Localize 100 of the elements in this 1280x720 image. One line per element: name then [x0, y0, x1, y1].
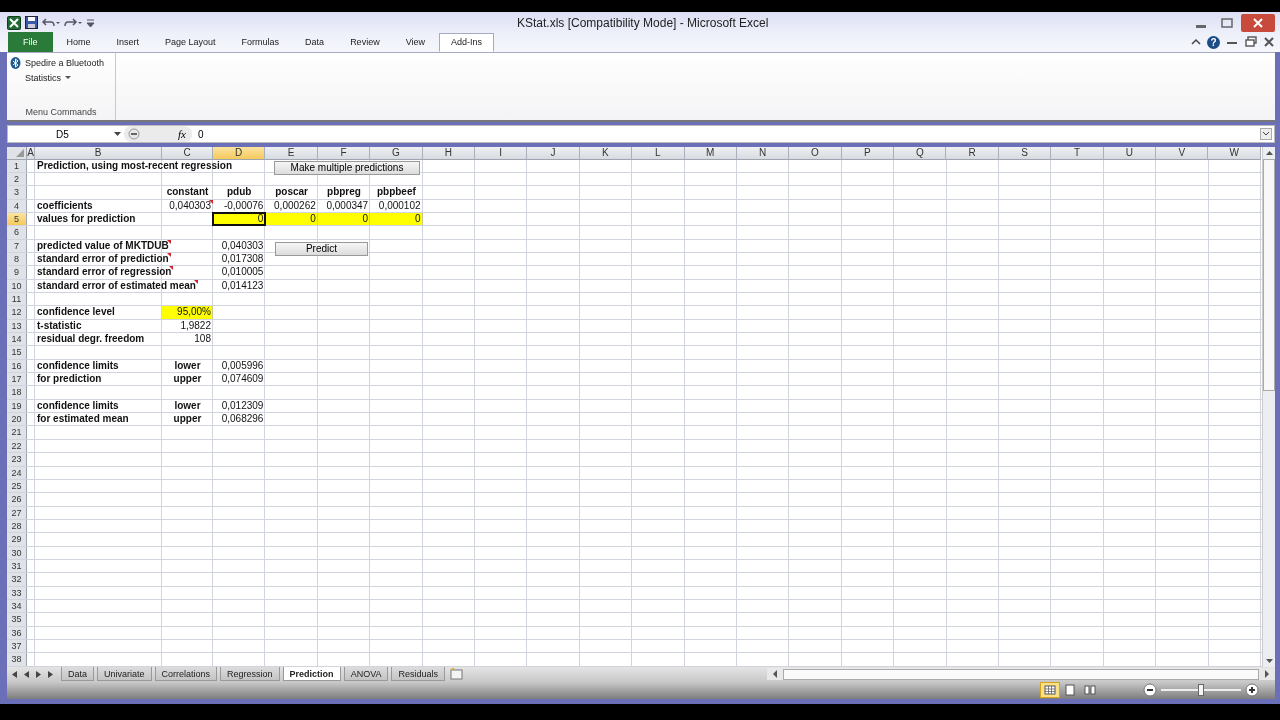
- column-header[interactable]: V: [1156, 146, 1209, 160]
- spreadsheet-cell[interactable]: poscar: [265, 186, 318, 199]
- scroll-left-icon[interactable]: [771, 669, 779, 680]
- row-header[interactable]: 13: [7, 319, 27, 333]
- row-header[interactable]: 16: [7, 359, 27, 373]
- sheet-tab[interactable]: Correlations: [154, 667, 218, 682]
- spreadsheet-cell[interactable]: 0,040303: [213, 239, 266, 252]
- column-header[interactable]: T: [1051, 146, 1104, 160]
- row-header[interactable]: 34: [7, 599, 27, 613]
- spreadsheet-cell[interactable]: values for prediction: [35, 213, 162, 226]
- formula-input[interactable]: 0: [192, 128, 1260, 140]
- expand-icon[interactable]: [1260, 128, 1272, 140]
- spreadsheet-cell[interactable]: 0,017308: [213, 253, 266, 266]
- spreadsheet-cell[interactable]: t-statistic: [35, 319, 162, 333]
- spreadsheet-cell[interactable]: residual degr. freedom: [35, 333, 162, 346]
- row-header[interactable]: 7: [7, 239, 27, 252]
- row-header[interactable]: 26: [7, 493, 27, 506]
- insert-function-button[interactable]: fx: [178, 128, 186, 140]
- spreadsheet-cell[interactable]: 0: [265, 213, 318, 226]
- sheet-tab[interactable]: Residuals: [391, 667, 445, 682]
- row-header[interactable]: 23: [7, 453, 27, 466]
- spreadsheet-cell[interactable]: pdub: [213, 186, 266, 199]
- row-header[interactable]: 38: [7, 653, 27, 666]
- row-header[interactable]: 8: [7, 253, 27, 266]
- spreadsheet-cell[interactable]: standard error of regression: [35, 266, 174, 279]
- ribbon-tab[interactable]: Home: [54, 32, 103, 52]
- spreadsheet-cell[interactable]: confidence level: [35, 306, 162, 319]
- spreadsheet-cell[interactable]: 0,074609: [213, 373, 266, 386]
- ribbon-tab[interactable]: Review: [338, 32, 392, 52]
- statistics-menu[interactable]: Statistics: [10, 72, 71, 83]
- spreadsheet-cell[interactable]: for prediction: [35, 373, 162, 386]
- column-header[interactable]: B: [35, 146, 162, 160]
- spreadsheet-cell[interactable]: confidence limits: [35, 359, 162, 373]
- spreadsheet-cell[interactable]: 0,000347: [317, 199, 371, 212]
- help-button[interactable]: ?: [1207, 35, 1220, 49]
- row-header[interactable]: 6: [7, 226, 27, 239]
- ribbon-tab[interactable]: File: [8, 31, 53, 52]
- column-header[interactable]: J: [527, 146, 580, 160]
- row-header[interactable]: 18: [7, 386, 27, 399]
- spreadsheet-cell[interactable]: 0: [213, 213, 266, 226]
- sheet-tab[interactable]: Data: [61, 667, 94, 682]
- spreadsheet-cell[interactable]: predicted value of MKTDUB: [35, 239, 171, 252]
- page-break-icon[interactable]: [1081, 683, 1099, 698]
- spreadsheet-cell[interactable]: confidence limits: [35, 399, 162, 413]
- scroll-right-icon[interactable]: [1263, 669, 1271, 680]
- spreadsheet-cell[interactable]: 0,068296: [213, 413, 266, 426]
- close-icon[interactable]: [1241, 13, 1275, 32]
- column-header[interactable]: C: [162, 146, 213, 160]
- restore-icon[interactable]: [1244, 36, 1258, 49]
- row-header[interactable]: 29: [7, 533, 27, 546]
- spreadsheet-cell[interactable]: pbpbeef: [370, 186, 423, 199]
- sheet-tab[interactable]: ANOVA: [343, 667, 389, 682]
- ribbon-tab[interactable]: Insert: [104, 32, 152, 52]
- spreadsheet-cell[interactable]: 0,010005: [213, 266, 266, 279]
- spreadsheet-logo-icon[interactable]: [7, 15, 21, 30]
- spreadsheet-cell[interactable]: 108: [162, 333, 213, 346]
- spreadsheet-cell[interactable]: 95,00%: [162, 306, 213, 319]
- row-header[interactable]: 25: [7, 479, 27, 493]
- spreadsheet-cell[interactable]: 0,040303: [162, 199, 213, 212]
- spreadsheet-cell[interactable]: pbpreg: [317, 186, 371, 199]
- sheet-tab[interactable]: Univariate: [97, 667, 152, 682]
- row-header[interactable]: 30: [7, 546, 27, 559]
- spreadsheet-cell[interactable]: upper: [162, 373, 213, 386]
- bluetooth-button[interactable]: Spedire a Bluetooth: [10, 56, 105, 69]
- spreadsheet-cell[interactable]: Prediction, using most-recent regression: [35, 159, 235, 172]
- sheet-tab[interactable]: Regression: [220, 667, 280, 682]
- sheet-button[interactable]: Predict: [275, 241, 368, 256]
- spreadsheet-cell[interactable]: 0,000102: [370, 199, 423, 212]
- sheet-tab[interactable]: Prediction: [282, 667, 341, 682]
- horizontal-scrollbar[interactable]: [767, 668, 1275, 681]
- column-header[interactable]: R: [946, 146, 999, 160]
- column-header[interactable]: F: [317, 146, 371, 160]
- spreadsheet-cell[interactable]: lower: [162, 359, 213, 373]
- spreadsheet-cell[interactable]: 0: [370, 213, 423, 226]
- undo-icon[interactable]: [42, 16, 60, 29]
- row-header[interactable]: 5: [7, 213, 27, 226]
- spreadsheet-cell[interactable]: 1,9822: [162, 319, 213, 333]
- column-header[interactable]: M: [684, 146, 737, 160]
- spreadsheet-cell[interactable]: 0,012309: [213, 399, 266, 413]
- row-header[interactable]: 4: [7, 199, 27, 212]
- row-header[interactable]: 17: [7, 373, 27, 386]
- redo-icon[interactable]: [64, 16, 82, 29]
- zoom-slider-thumb[interactable]: [1198, 684, 1204, 697]
- spreadsheet-cell[interactable]: coefficients: [35, 199, 162, 212]
- row-header[interactable]: 3: [7, 186, 27, 199]
- row-header[interactable]: 28: [7, 519, 27, 533]
- zoom-out-icon[interactable]: [1143, 683, 1157, 698]
- row-header[interactable]: 33: [7, 586, 27, 599]
- spreadsheet-cell[interactable]: for estimated mean: [35, 413, 162, 426]
- column-header[interactable]: O: [789, 146, 842, 160]
- spreadsheet-cell[interactable]: lower: [162, 399, 213, 413]
- row-header[interactable]: 20: [7, 413, 27, 426]
- spreadsheet-cell[interactable]: 0,014123: [213, 279, 266, 293]
- column-header[interactable]: P: [841, 146, 895, 160]
- column-header[interactable]: H: [422, 146, 475, 160]
- row-header[interactable]: 37: [7, 640, 27, 653]
- spreadsheet-cell[interactable]: 0,005996: [213, 359, 266, 373]
- column-header[interactable]: W: [1208, 146, 1261, 160]
- customize-caret-icon[interactable]: [86, 16, 95, 29]
- column-header[interactable]: N: [736, 146, 790, 160]
